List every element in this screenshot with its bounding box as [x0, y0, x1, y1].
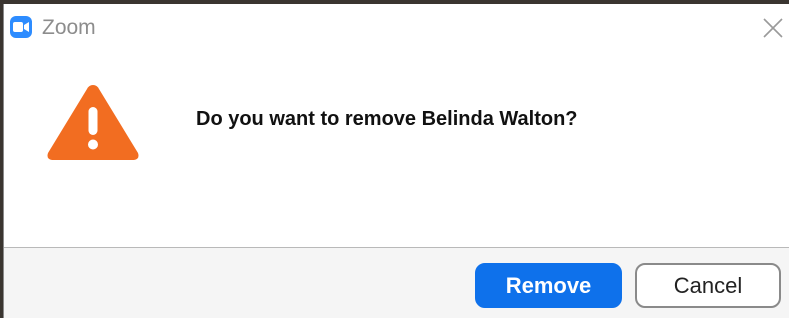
- remove-button[interactable]: Remove: [475, 263, 622, 308]
- remove-participant-dialog: Zoom Do you want to remove Belinda Walto…: [3, 4, 789, 318]
- close-button[interactable]: [761, 16, 785, 40]
- warning-icon: [47, 85, 139, 160]
- dialog-footer: Remove Cancel: [4, 248, 789, 318]
- title-bar: Zoom: [4, 4, 789, 50]
- dialog-message: Do you want to remove Belinda Walton?: [196, 108, 578, 130]
- window-title: Zoom: [42, 16, 96, 39]
- zoom-video-icon: [10, 16, 32, 38]
- dialog-body: Do you want to remove Belinda Walton?: [4, 50, 789, 247]
- cancel-button[interactable]: Cancel: [635, 263, 781, 308]
- close-icon: [763, 18, 783, 38]
